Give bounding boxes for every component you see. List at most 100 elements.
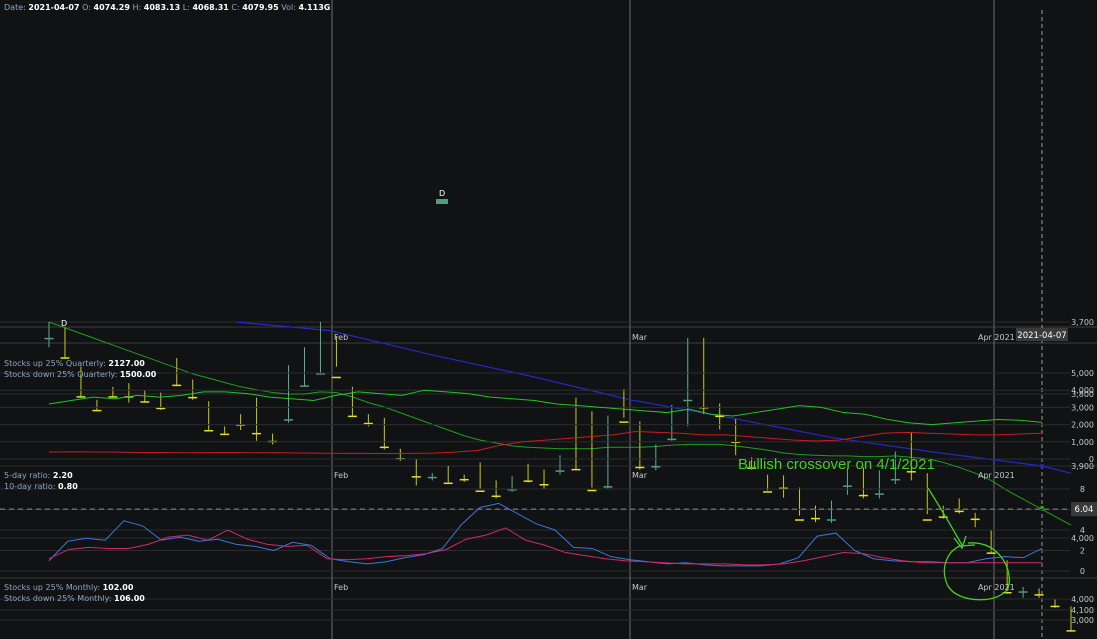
panel4-value2: 106.00 <box>114 594 145 603</box>
low-label: L: <box>182 3 190 12</box>
date-tag-label: 2021-04-07 <box>1017 331 1066 341</box>
candle <box>204 401 214 432</box>
candle-body <box>204 430 214 432</box>
candle-body <box>571 468 581 471</box>
candle <box>268 433 278 445</box>
dividend-marker: D <box>61 319 67 328</box>
breadth-tick-label: 1,000 <box>1071 438 1094 447</box>
ratio-5day-line <box>48 502 1043 567</box>
ref-value-label: 6.04 <box>1075 505 1094 515</box>
ratio-tick-label: 2 <box>1080 547 1085 556</box>
panel4-legend-down: Stocks down 25% Monthly: 106.00 <box>4 594 145 603</box>
candle-body <box>1066 630 1076 632</box>
candle <box>475 462 485 492</box>
candle-body <box>1034 594 1044 596</box>
panel2-value2: 1500.00 <box>119 370 157 379</box>
low-value: 4068.31 <box>192 3 229 12</box>
candle-body <box>411 476 421 478</box>
candle-body <box>986 552 996 554</box>
x-axis-label-feb: Feb <box>334 333 348 342</box>
candle <box>603 415 613 490</box>
panel3-value1: 2.20 <box>52 471 73 480</box>
panel4-value1: 102.00 <box>102 583 134 592</box>
candle-body <box>44 337 54 340</box>
x-axis-label-apr: Apr 2021 <box>978 333 1015 342</box>
x-axis-label-mar: Mar <box>632 583 648 592</box>
high-value: 4083.13 <box>143 3 181 12</box>
close-value: 4079.95 <box>242 3 279 12</box>
breadth-tick-label: 5,000 <box>1071 369 1094 378</box>
candle-body <box>427 476 437 479</box>
candle <box>699 337 709 415</box>
candle-body <box>443 482 453 485</box>
candle-body <box>108 396 118 398</box>
candle-body <box>715 415 725 418</box>
x-axis-label-feb: Feb <box>334 471 348 480</box>
panel3-label2: 10-day ratio: <box>4 482 56 491</box>
candle <box>172 358 182 387</box>
candle <box>539 469 549 490</box>
candle-body <box>76 396 86 398</box>
candle-body <box>683 399 693 402</box>
panel2-legend-up: Stocks up 25% Quarterly: 2127.00 <box>4 359 145 368</box>
high-label: H: <box>132 3 142 12</box>
monthly-tick-label: 3,000 <box>1071 616 1094 625</box>
candle-body <box>954 510 964 513</box>
candle-body <box>858 494 868 497</box>
candle-body <box>667 438 677 441</box>
candle-body <box>300 385 309 387</box>
candle-body <box>970 518 980 521</box>
candle-body <box>475 490 485 492</box>
candle <box>300 347 309 387</box>
candle-body <box>811 517 820 520</box>
candle-body <box>172 384 182 387</box>
ratio-10day-line <box>48 527 1042 566</box>
ma-long-marker <box>1040 464 1044 468</box>
breadth-tick-label: 4,000 <box>1071 386 1094 395</box>
candle <box>1018 586 1028 598</box>
panel2-label1: Stocks up 25% Quarterly: <box>4 359 106 368</box>
candle <box>635 421 645 470</box>
x-axis-label-mar: Mar <box>632 471 648 480</box>
dividend-marker: D <box>439 189 445 198</box>
candle <box>763 474 773 493</box>
vol-value: 4.113G <box>298 3 331 12</box>
candle-body <box>220 433 230 436</box>
candle <box>92 399 102 412</box>
candle-body <box>331 376 341 379</box>
candle-body <box>92 409 102 412</box>
candle <box>651 444 661 471</box>
candle <box>555 455 565 475</box>
candle-body <box>491 495 501 498</box>
date-label: Date: <box>4 3 26 12</box>
price-tick-label: 3,700 <box>1071 318 1094 327</box>
candle <box>443 466 453 485</box>
panel4-label1: Stocks up 25% Monthly: <box>4 583 101 592</box>
candle-body <box>619 421 629 423</box>
candle-body <box>842 485 852 487</box>
candle <box>922 473 932 521</box>
ohlc-header: Date: 2021-04-07 O: 4074.29 H: 4083.13 L… <box>4 3 330 12</box>
panel2-value1: 2127.00 <box>108 359 145 368</box>
bullish-crossover-annotation: Bullish crossover on 4/1/2021 <box>738 456 935 473</box>
candle-body <box>188 396 198 399</box>
x-axis-label-apr: Apr 2021 <box>978 471 1015 480</box>
candle-body <box>603 486 613 488</box>
panel2-label2: Stocks down 25% Quarterly: <box>4 370 118 379</box>
x-axis-label-mar: Mar <box>632 333 648 342</box>
breadth-tick-label: 2,000 <box>1071 421 1094 430</box>
price-tick-label: 4,000 <box>1071 534 1094 543</box>
ma-long-line <box>235 321 1072 474</box>
candle <box>826 500 836 523</box>
candle-body <box>763 491 773 493</box>
price-tick-label: 4,100 <box>1071 606 1094 615</box>
panel2-legend-down: Stocks down 25% Quarterly: 1500.00 <box>4 370 156 379</box>
candle <box>108 386 118 398</box>
panel4-legend-up: Stocks up 25% Monthly: 102.00 <box>4 583 133 592</box>
annotation-arrow <box>927 487 963 546</box>
breadth-tick-label: 3,000 <box>1071 403 1094 412</box>
candle <box>188 379 198 400</box>
candle-body <box>539 484 549 486</box>
candle <box>811 505 820 523</box>
candle <box>954 498 964 514</box>
